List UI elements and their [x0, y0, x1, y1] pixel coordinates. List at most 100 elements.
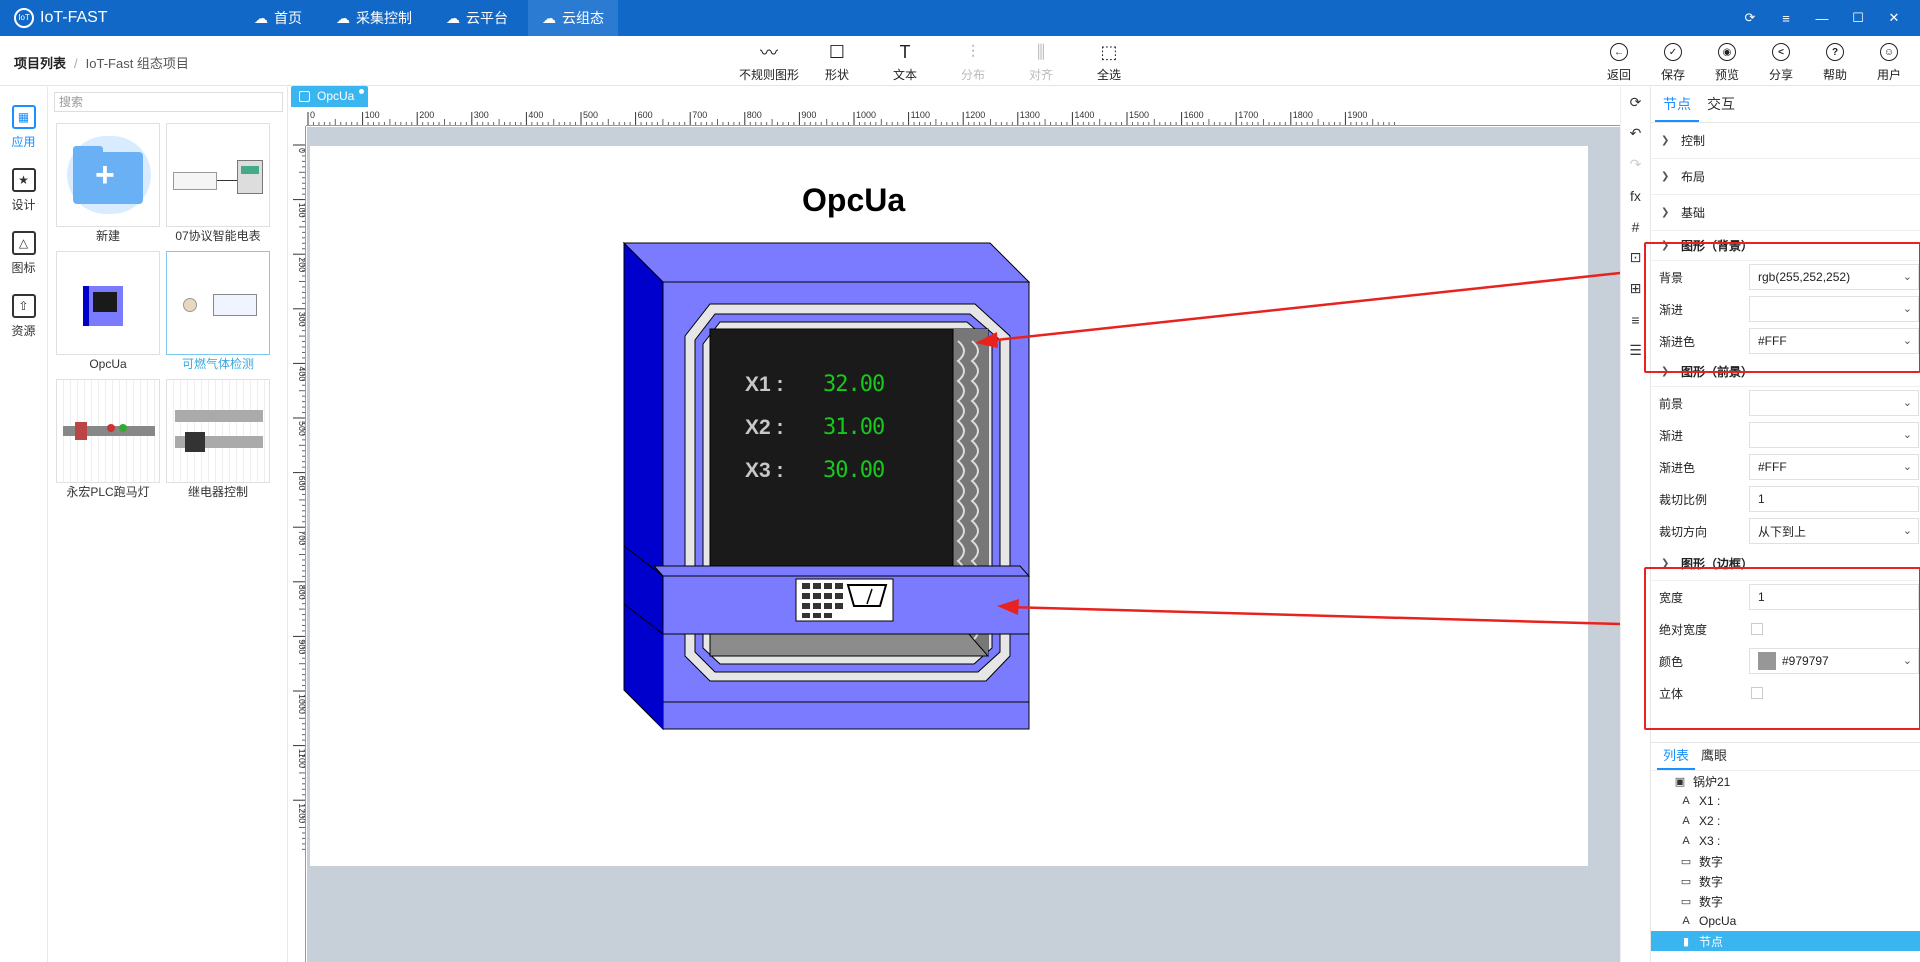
prop-label: 渐进: [1659, 428, 1684, 443]
section-control[interactable]: ❯ 控制: [1651, 123, 1920, 159]
tab-node[interactable]: 节点: [1655, 87, 1699, 122]
foreground-select-1[interactable]: ⌄: [1749, 422, 1919, 448]
maximize-icon[interactable]: ☐: [1840, 0, 1876, 36]
foreground-select-4[interactable]: 从下到上 ⌄: [1749, 518, 1919, 544]
layer-type-icon: A: [1682, 795, 1690, 807]
cloud-config-icon: ☁: [542, 9, 556, 26]
prop-value: 1: [1758, 492, 1765, 506]
foreground-select-2[interactable]: #FFF ⌄: [1749, 454, 1919, 480]
layer-tree: ▣ 锅炉21 A X1 : A X2 : A X3 : ▭ 数字 ▭ 数字 ▭ 数字 A OpcUa ▮ 节点: [1651, 771, 1920, 951]
breadcrumb-root[interactable]: 项目列表: [14, 56, 66, 71]
ruler-label: 1200: [965, 110, 985, 120]
tool-distribute[interactable]: ⫶ 分布: [939, 41, 1007, 83]
refresh-icon[interactable]: ⟳: [1621, 87, 1650, 118]
tool-align[interactable]: ⫼ 对齐: [1007, 41, 1075, 83]
library-item-gas[interactable]: 可燃气体检测: [166, 251, 276, 373]
nav-label: 首页: [274, 10, 302, 26]
library-item-new[interactable]: + 新建: [56, 123, 166, 245]
help-button[interactable]: ? 帮助: [1808, 41, 1862, 83]
layer-label: 数字: [1699, 854, 1724, 869]
nav-item-0[interactable]: ☁ 首页: [240, 0, 316, 36]
leftnav-design[interactable]: ★ 设计: [0, 168, 47, 213]
leftnav-icons[interactable]: △ 图标: [0, 231, 47, 276]
library-search-input[interactable]: 搜索: [54, 92, 283, 112]
tool-label: 对齐: [1028, 68, 1053, 82]
boiler-top: [622, 242, 1031, 283]
library-item-opcua[interactable]: OpcUa: [56, 251, 166, 373]
tool-label: 分布: [960, 68, 985, 82]
leftnav-apps[interactable]: ▦ 应用: [0, 105, 47, 150]
foreground-select-0[interactable]: ⌄: [1749, 390, 1919, 416]
nav-item-2[interactable]: ☁ 云平台: [432, 0, 522, 36]
menu-icon[interactable]: ≡: [1768, 0, 1804, 36]
thumb-image: [166, 251, 270, 355]
grid-icon[interactable]: #: [1621, 211, 1650, 242]
boiler-graphic[interactable]: X1 : X2 : X3 : 32.00 31.00 30.00: [310, 146, 1588, 866]
ruler-label: 0: [310, 110, 315, 120]
nav-label: 云平台: [466, 10, 508, 26]
leftnav-resources[interactable]: ⇧ 资源: [0, 294, 47, 339]
library-item-meter[interactable]: 07协议智能电表: [166, 123, 276, 245]
ruler-label: 0: [297, 148, 306, 153]
nav-item-3[interactable]: ☁ 云组态: [528, 0, 618, 36]
canvas-area[interactable]: OpcUa X1 : X2 : X3 : 32.00 31.00 30.00: [307, 127, 1620, 962]
section-layout[interactable]: ❯ 布局: [1651, 159, 1920, 195]
layer-item[interactable]: ▭ 数字: [1651, 851, 1920, 871]
ruler-label: 1200: [297, 803, 306, 823]
text-icon: T: [899, 41, 911, 62]
redo-icon[interactable]: ↷: [1621, 149, 1650, 180]
tab-eagle-eye[interactable]: 鹰眼: [1695, 743, 1733, 770]
vertical-ruler[interactable]: 0 100 200 300 400 500 600 700 800 900 1000 1100 1200: [289, 126, 306, 962]
preview-button[interactable]: ◉ 预览: [1700, 41, 1754, 83]
layer-item[interactable]: ▣ 锅炉21: [1651, 771, 1920, 791]
section-title: 控制: [1681, 134, 1706, 148]
layer-item[interactable]: ▭ 数字: [1651, 871, 1920, 891]
foreground-row-0: 前景 ⌄: [1651, 387, 1920, 419]
window-controls: ⟳ ≡ — ☐ ✕: [1732, 0, 1912, 36]
tool-select-all[interactable]: ⬚ 全选: [1075, 41, 1143, 83]
save-button[interactable]: ✓ 保存: [1646, 41, 1700, 83]
user-button[interactable]: ☺ 用户: [1862, 41, 1916, 83]
app-logo[interactable]: IoT IoT-FAST: [14, 8, 108, 28]
horizontal-ruler[interactable]: 0 100 200 300 400 500 600 700 800 900 1000 1100 1200…: [306, 108, 1620, 126]
canvas-page[interactable]: OpcUa X1 : X2 : X3 : 32.00 31.00 30.00: [310, 146, 1588, 866]
doc-tab-opcua[interactable]: OpcUa: [291, 86, 369, 107]
tab-interaction[interactable]: 交互: [1699, 87, 1743, 122]
back-button[interactable]: ← 返回: [1592, 41, 1646, 83]
tool-wave[interactable]: 〰不规则图形: [735, 41, 803, 83]
layer-item[interactable]: A OpcUa: [1651, 911, 1920, 931]
foreground-row-4: 裁切方向 从下到上 ⌄: [1651, 515, 1920, 547]
section-basic[interactable]: ❯ 基础: [1651, 195, 1920, 231]
ruler-label: 1900: [1347, 110, 1367, 120]
properties-tabs: 节点 交互: [1651, 87, 1920, 123]
nav-label: 采集控制: [356, 10, 412, 26]
minimize-icon[interactable]: —: [1804, 0, 1840, 36]
tab-list[interactable]: 列表: [1657, 743, 1696, 770]
chevron-down-icon: ⌄: [1902, 429, 1912, 441]
top-bar: IoT IoT-FAST ☁ 首页 ☁ 采集控制 ☁ 云平台 ☁ 云组态 ⟳ ≡ — ☐ ✕: [0, 0, 1920, 36]
layer-type-icon: A: [1682, 815, 1690, 827]
layer-item[interactable]: A X2 :: [1651, 811, 1920, 831]
function-icon[interactable]: fx: [1621, 180, 1650, 211]
library-item-relay[interactable]: 继电器控制: [166, 379, 276, 501]
foreground-select-3[interactable]: 1: [1749, 486, 1919, 512]
refresh-icon[interactable]: ⟳: [1732, 0, 1768, 36]
ruler-label: 600: [638, 110, 653, 120]
layer-item[interactable]: ▮ 节点: [1651, 931, 1920, 951]
layer-item[interactable]: A X1 :: [1651, 791, 1920, 811]
share-button[interactable]: < 分享: [1754, 41, 1808, 83]
tool-square[interactable]: ☐ 形状: [803, 41, 871, 83]
library-item-plc[interactable]: 永宏PLC跑马灯: [56, 379, 166, 501]
tool-text[interactable]: T 文本: [871, 41, 939, 83]
ruler-label: 200: [419, 110, 434, 120]
layer-item[interactable]: A X3 :: [1651, 831, 1920, 851]
reading-label-x1: X1 :: [745, 373, 784, 396]
ruler-label: 1100: [911, 110, 930, 120]
section-title: 基础: [1681, 206, 1706, 220]
leftnav-label: 资源: [11, 324, 36, 338]
ruler-label: 1600: [1184, 110, 1204, 120]
nav-item-1[interactable]: ☁ 采集控制: [322, 0, 426, 36]
close-icon[interactable]: ✕: [1876, 0, 1912, 36]
layer-item[interactable]: ▭ 数字: [1651, 891, 1920, 911]
undo-icon[interactable]: ↶: [1621, 118, 1650, 149]
